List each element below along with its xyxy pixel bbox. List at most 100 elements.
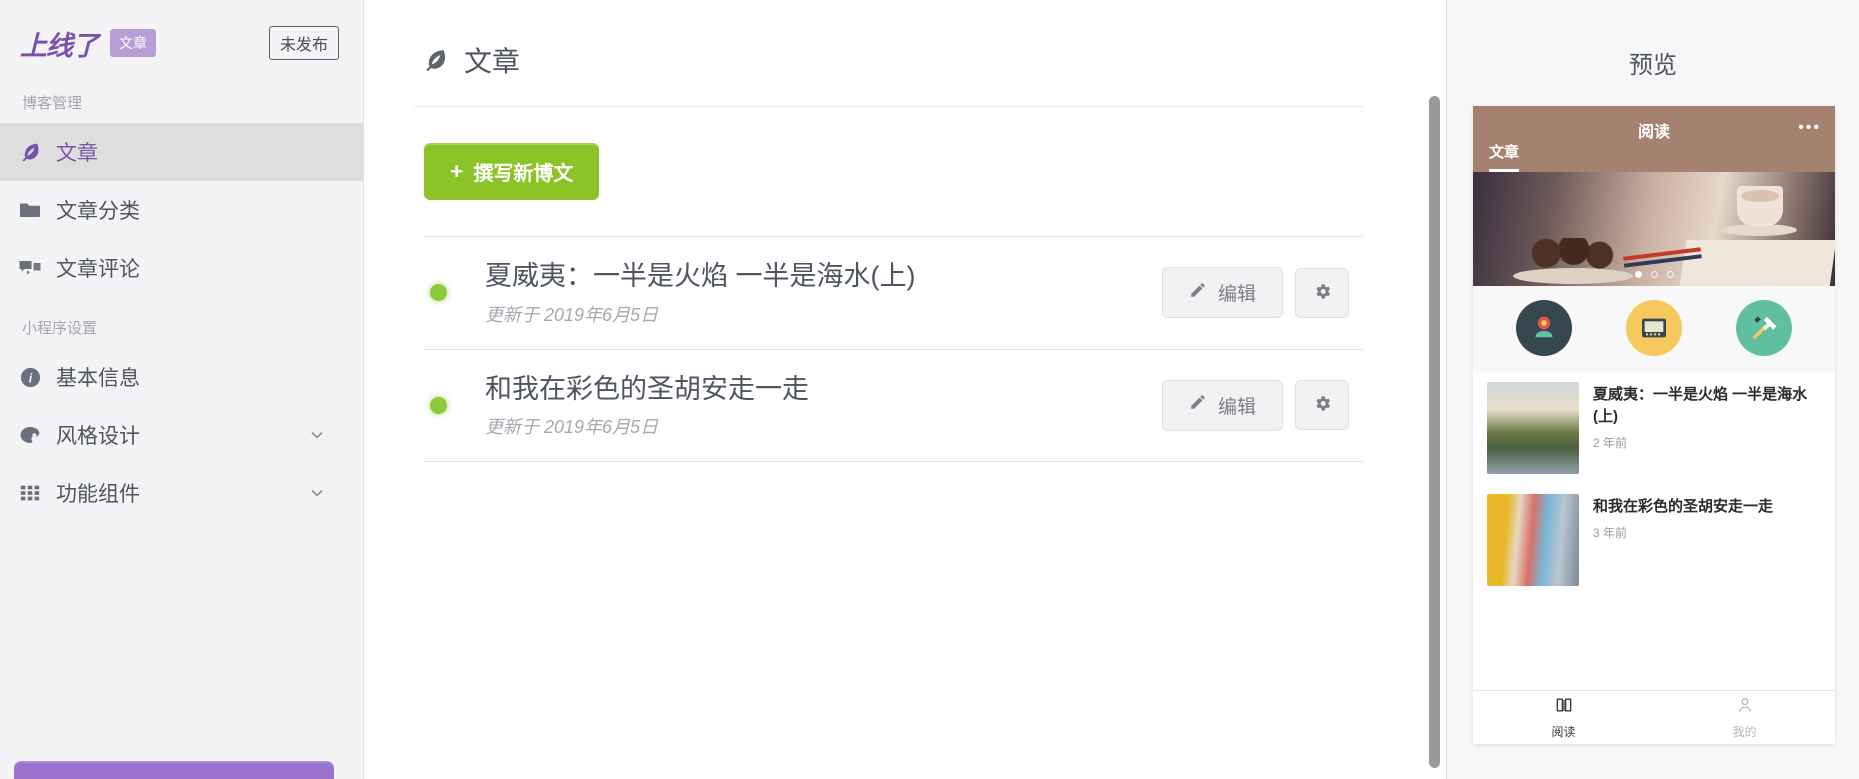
article-time: 3 年前: [1593, 525, 1628, 540]
status-badge: [430, 284, 447, 302]
gear-icon: [1313, 282, 1332, 304]
phone-shortcut-row: [1473, 286, 1835, 372]
article-title: 夏威夷：一半是火焰 一半是海水(上): [1593, 386, 1808, 425]
publish-now-button[interactable]: 立即发布: [14, 761, 334, 779]
article-thumbnail: [1487, 494, 1579, 586]
sidebar-item-label: 文章: [56, 142, 98, 165]
sidebar-item-style-design[interactable]: 风格设计: [0, 406, 363, 464]
brand-tag: 文章: [110, 29, 156, 57]
sidebar-item-label: 文章分类: [56, 200, 140, 223]
post-list: 夏威夷：一半是火焰 一半是海水(上) 更新于 2019年6月5日 编辑 和我在彩…: [424, 236, 1363, 463]
sidebar-item-label: 基本信息: [56, 367, 140, 390]
preview-panel: 预览 阅读 ••• 文章 夏威夷：一半是火焰 一半是海水(上) 2 年前 和我在…: [1447, 0, 1859, 779]
sidebar-header: 上线了 文章 未发布: [0, 0, 363, 86]
sidebar-item-categories[interactable]: 文章分类: [0, 181, 363, 239]
sidebar-item-basic-info[interactable]: i 基本信息: [0, 348, 363, 406]
phone-navbar: 阅读 ••• 文章: [1473, 106, 1835, 172]
table-row[interactable]: 夏威夷：一半是火焰 一半是海水(上) 更新于 2019年6月5日 编辑: [424, 237, 1363, 350]
article-text: 和我在彩色的圣胡安走一走 3 年前: [1593, 494, 1773, 541]
row-actions: 编辑: [1161, 379, 1349, 431]
article-thumbnail: [1487, 382, 1579, 474]
phone-preview: 阅读 ••• 文章 夏威夷：一半是火焰 一半是海水(上) 2 年前 和我在彩色的…: [1473, 106, 1835, 744]
table-row[interactable]: 和我在彩色的圣胡安走一走 更新于 2019年6月5日 编辑: [424, 350, 1363, 463]
sidebar-item-label: 风格设计: [56, 425, 140, 448]
gear-icon: [1313, 394, 1332, 416]
carousel-dot[interactable]: [1634, 271, 1642, 278]
settings-button[interactable]: [1295, 267, 1349, 318]
phone-bottom-tab-label: 阅读: [1551, 725, 1576, 739]
tv-icon[interactable]: [1626, 300, 1682, 356]
new-post-button[interactable]: + 撰写新博文: [424, 143, 600, 200]
page-title: 文章: [464, 46, 521, 77]
sidebar-item-components[interactable]: 功能组件: [0, 464, 363, 522]
carousel-dot[interactable]: [1650, 271, 1658, 278]
brand-logo[interactable]: 上线了: [20, 24, 99, 63]
sidebar-group-label-miniapp: 小程序设置: [22, 320, 98, 337]
status-badge: [430, 396, 447, 414]
phone-bottom-tab-mine[interactable]: 我的: [1654, 691, 1835, 744]
preview-title: 预览: [1629, 52, 1677, 79]
hero-book-decor: [1679, 240, 1835, 286]
sidebar-item-articles[interactable]: 文章: [0, 123, 363, 181]
list-item[interactable]: 夏威夷：一半是火焰 一半是海水(上) 2 年前: [1473, 372, 1835, 484]
phone-tab-articles[interactable]: 文章: [1489, 141, 1520, 172]
chevron-down-icon[interactable]: [307, 483, 327, 503]
article-text: 夏威夷：一半是火焰 一半是海水(上) 2 年前: [1593, 382, 1821, 451]
post-text: 和我在彩色的圣胡安走一走 更新于 2019年6月5日: [485, 372, 1162, 440]
folder-icon: [8, 198, 52, 222]
edit-button-label: 编辑: [1217, 396, 1256, 418]
carousel-dot[interactable]: [1666, 271, 1674, 278]
phone-bottom-tab-read[interactable]: 阅读: [1473, 691, 1654, 744]
book-icon: [1554, 695, 1574, 720]
palette-icon: [8, 423, 52, 447]
more-dots-icon[interactable]: •••: [1798, 120, 1821, 136]
post-title[interactable]: 和我在彩色的圣胡安走一走: [485, 372, 1162, 407]
edit-button[interactable]: 编辑: [1161, 267, 1283, 319]
tools-icon[interactable]: [1736, 300, 1792, 356]
plus-icon: +: [450, 158, 464, 184]
publish-status-badge[interactable]: 未发布: [268, 26, 339, 60]
phone-nav-title: 阅读: [1637, 124, 1670, 141]
main-inner: 文章 + 撰写新博文 夏威夷：一半是火焰 一半是海水(上) 更新于 2019年6…: [364, 0, 1447, 463]
settings-button[interactable]: [1295, 380, 1349, 431]
sidebar-group-label-blog: 博客管理: [22, 95, 83, 112]
flower-icon[interactable]: [1516, 300, 1572, 356]
comments-icon: [8, 256, 52, 280]
feather-icon: [422, 47, 448, 73]
hero-cup-decor: [1737, 186, 1783, 226]
phone-article-list: 夏威夷：一半是火焰 一半是海水(上) 2 年前 和我在彩色的圣胡安走一走 3 年…: [1473, 372, 1835, 690]
user-icon: [1735, 695, 1755, 720]
post-date: 更新于 2019年6月5日: [485, 304, 659, 325]
edit-button[interactable]: 编辑: [1161, 379, 1283, 431]
phone-tabbar: 文章: [1473, 141, 1520, 172]
sidebar-item-label: 文章评论: [56, 258, 140, 281]
row-actions: 编辑: [1161, 267, 1349, 319]
phone-bottom-tabbar: 阅读 我的: [1473, 690, 1835, 744]
new-post-button-label: 撰写新博文: [473, 163, 574, 185]
list-item[interactable]: 和我在彩色的圣胡安走一走 3 年前: [1473, 484, 1835, 596]
pencil-icon: [1189, 393, 1207, 417]
page-header: 文章: [414, 22, 1363, 107]
phone-bottom-tab-label: 我的: [1732, 725, 1757, 739]
main-content: 文章 + 撰写新博文 夏威夷：一半是火焰 一半是海水(上) 更新于 2019年6…: [364, 0, 1447, 779]
pencil-icon: [1189, 281, 1207, 305]
phone-hero-banner[interactable]: [1473, 172, 1835, 286]
edit-button-label: 编辑: [1217, 284, 1256, 306]
article-title: 和我在彩色的圣胡安走一走: [1593, 498, 1774, 515]
info-icon: i: [8, 366, 52, 389]
svg-text:i: i: [28, 371, 32, 385]
post-text: 夏威夷：一半是火焰 一半是海水(上) 更新于 2019年6月5日: [485, 259, 1162, 327]
grid-icon: [8, 482, 52, 504]
carousel-dots: [1473, 271, 1835, 278]
post-date: 更新于 2019年6月5日: [485, 417, 659, 438]
article-time: 2 年前: [1593, 435, 1628, 450]
sidebar-item-comments[interactable]: 文章评论: [0, 239, 363, 297]
sidebar: 上线了 文章 未发布 博客管理 文章 文章分类 文章评论 小程序设置 i 基本信…: [0, 0, 364, 779]
app-root: 上线了 文章 未发布 博客管理 文章 文章分类 文章评论 小程序设置 i 基本信…: [0, 0, 1859, 779]
post-title[interactable]: 夏威夷：一半是火焰 一半是海水(上): [485, 259, 1162, 294]
sidebar-item-label: 功能组件: [56, 483, 140, 506]
chevron-down-icon[interactable]: [307, 425, 327, 445]
feather-icon: [8, 141, 52, 163]
main-scrollbar[interactable]: [1429, 96, 1440, 768]
